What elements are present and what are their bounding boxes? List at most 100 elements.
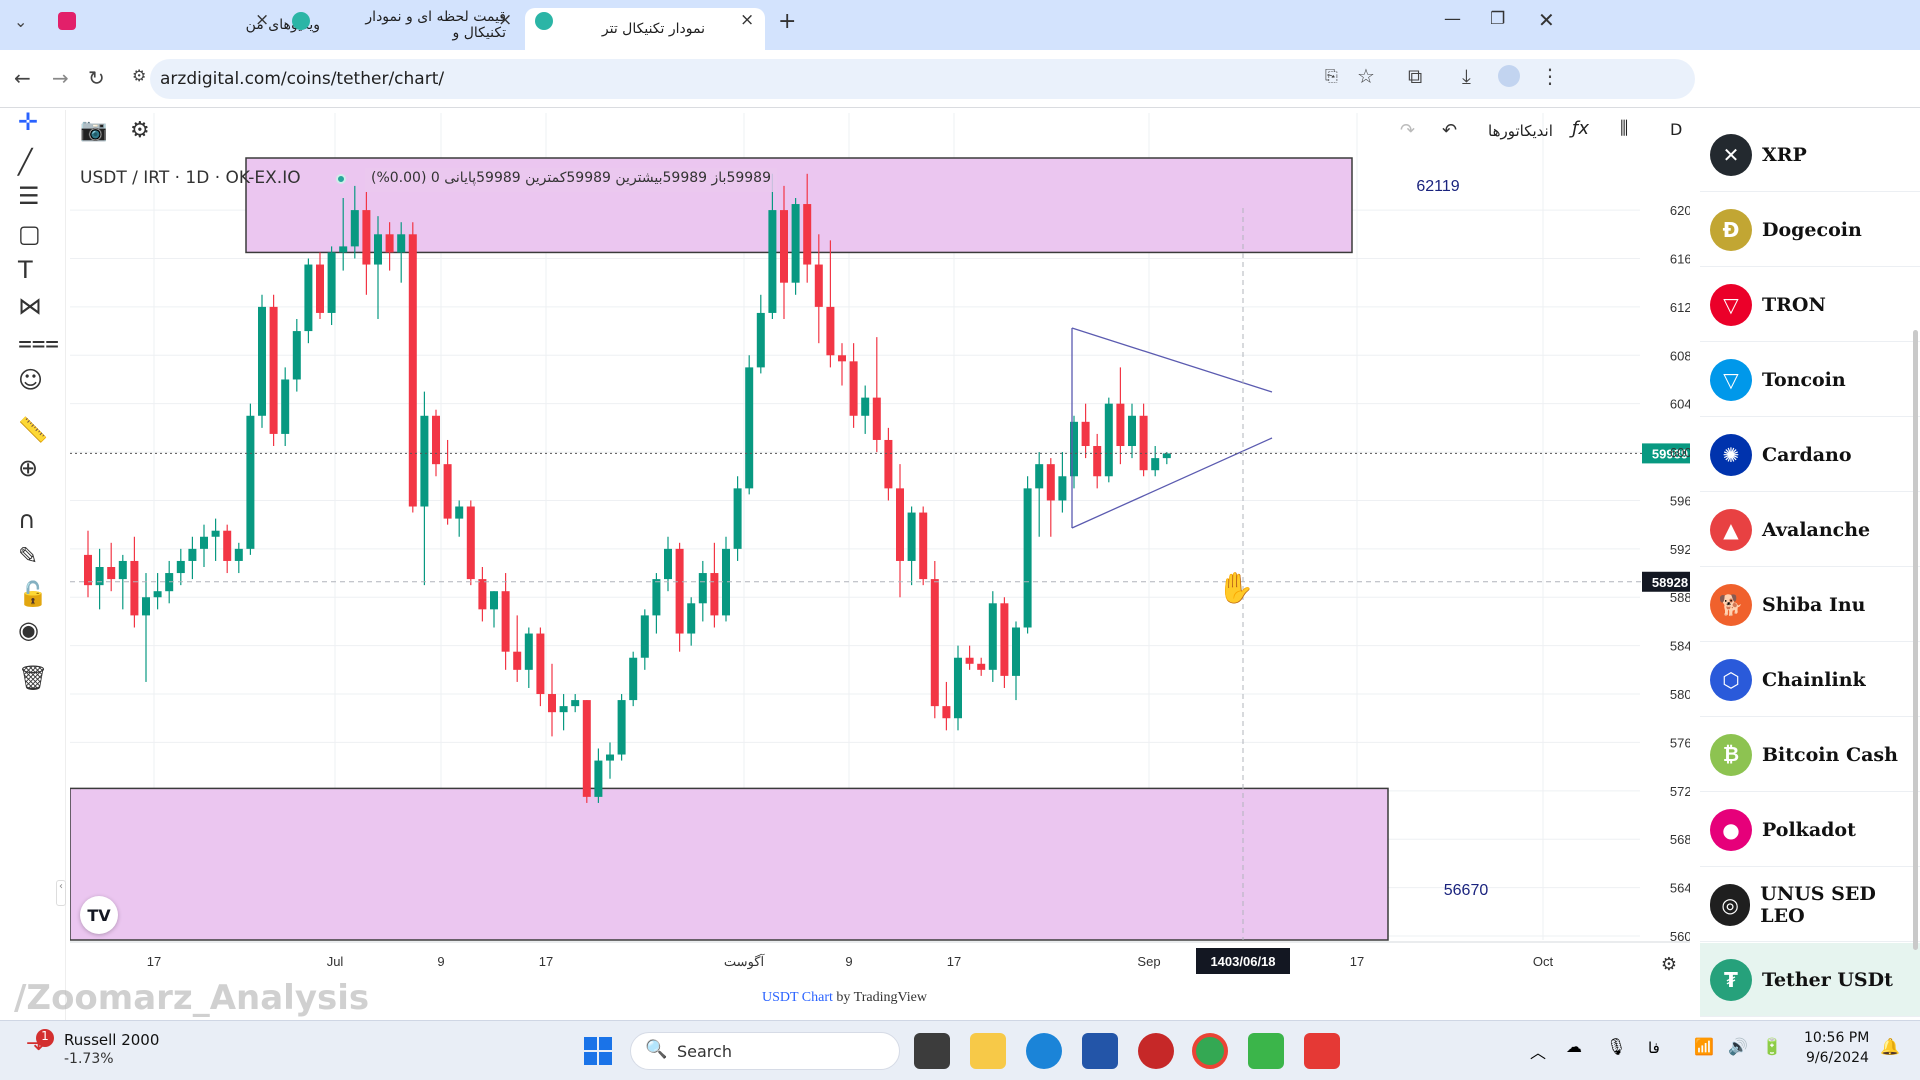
close-icon[interactable]: × — [740, 10, 754, 30]
candle-body — [826, 306, 835, 356]
language-indicator[interactable]: فا — [1648, 1039, 1660, 1057]
tab-chart-active[interactable]: نمودار تکنیکال تتر — [525, 8, 765, 50]
candle-body — [200, 536, 208, 549]
coin-logo-icon: ▽ — [1710, 358, 1752, 401]
clock-time[interactable]: 10:56 PM — [1804, 1030, 1869, 1046]
tab-search-icon[interactable]: ⌄ — [14, 12, 27, 31]
new-tab-icon[interactable]: + — [778, 9, 796, 34]
coin-logo-icon: ✺ — [1710, 433, 1752, 476]
tray-chevron-icon[interactable]: ︿ — [1530, 1039, 1546, 1063]
ticker-name[interactable]: Russell 2000 — [64, 1031, 159, 1049]
profile-avatar[interactable] — [1498, 65, 1520, 87]
candle-body — [536, 633, 545, 695]
candle-body — [443, 464, 452, 519]
url-text[interactable]: arzdigital.com/coins/tether/chart/ — [160, 69, 444, 89]
windows-taskbar: ⬎ 1 Russell 2000 -1.73% 🔍 Search ︿ ☁ 🎙 ف… — [0, 1020, 1920, 1080]
file-explorer-icon[interactable] — [970, 1033, 1006, 1069]
app-icon[interactable] — [58, 12, 76, 30]
pencil-lock-icon[interactable]: ✎ — [18, 542, 38, 570]
wifi-icon[interactable]: 📶 — [1694, 1037, 1714, 1056]
tradingview-logo[interactable]: TV — [80, 896, 118, 934]
bookmark-star-icon[interactable]: ☆ — [1357, 64, 1375, 88]
app-p-icon[interactable] — [1138, 1033, 1174, 1069]
back-icon[interactable]: ← — [14, 66, 31, 90]
reload-icon[interactable]: ↻ — [88, 66, 105, 90]
fx-icon[interactable]: ƒx — [1572, 118, 1589, 139]
candle-body — [1023, 488, 1032, 628]
coin-item[interactable]: ✺ Cardano — [1700, 418, 1920, 492]
mic-icon[interactable]: 🎙 — [1606, 1037, 1626, 1056]
redo-icon[interactable]: ↷ — [1400, 120, 1415, 141]
menu-kebab-icon[interactable]: ⋮ — [1540, 64, 1560, 88]
volume-icon[interactable]: 🔊 — [1728, 1037, 1748, 1056]
candle-body — [965, 657, 974, 664]
battery-icon[interactable]: 🔋 — [1762, 1037, 1782, 1056]
coin-logo-icon: ● — [1710, 808, 1752, 851]
candle-body — [768, 210, 777, 313]
site-info-icon[interactable]: ⚙ — [132, 66, 146, 85]
coin-item[interactable]: ▽ TRON — [1700, 268, 1920, 342]
price-chart[interactable]: 6211956670 5998958928✋ 62000616006120060… — [70, 108, 1690, 1018]
trash-icon[interactable]: 🗑 — [18, 664, 48, 692]
collapse-toolbar-icon[interactable]: ‹ — [56, 880, 66, 906]
coin-item[interactable]: ⬡ Chainlink — [1700, 643, 1920, 717]
coin-name: Polkadot — [1762, 818, 1856, 841]
camera-icon[interactable]: 📷 — [80, 118, 107, 143]
camtasia-green-icon[interactable] — [1248, 1033, 1284, 1069]
chrome-icon[interactable] — [1192, 1033, 1228, 1069]
coin-item[interactable]: ₿ Bitcoin Cash — [1700, 718, 1920, 792]
windows-start-icon[interactable] — [584, 1037, 612, 1065]
download-icon[interactable]: ⤓ — [1462, 64, 1471, 88]
crosshair-icon[interactable]: ✛ — [18, 108, 38, 136]
trend-line-icon[interactable]: ╱ — [18, 148, 32, 176]
candle-type-icon[interactable]: ⫼ — [1620, 118, 1628, 139]
notifications-icon[interactable]: 🔔 — [1880, 1037, 1900, 1056]
coin-name: Chainlink — [1762, 668, 1866, 691]
window-close-icon[interactable]: ✕ — [1538, 8, 1555, 32]
minimize-icon[interactable]: — — [1444, 9, 1461, 29]
text-icon[interactable]: T — [18, 256, 33, 284]
store-icon[interactable] — [1082, 1033, 1118, 1069]
timeframe-button[interactable]: D — [1670, 120, 1682, 139]
fib-lines-icon[interactable]: ☰ — [18, 182, 40, 210]
coin-item[interactable]: ● Polkadot — [1700, 793, 1920, 867]
pattern-icon[interactable]: ⋈ — [18, 292, 42, 320]
restore-icon[interactable]: ❐ — [1490, 9, 1505, 29]
undo-icon[interactable]: ↶ — [1442, 120, 1457, 141]
emoji-icon[interactable]: ☺ — [18, 366, 43, 394]
candle-body — [153, 591, 162, 598]
zoom-in-icon[interactable]: ⊕ — [18, 454, 38, 482]
camtasia-red-icon[interactable] — [1304, 1033, 1340, 1069]
forward-icon[interactable]: → — [52, 66, 69, 90]
close-icon[interactable]: × — [255, 10, 269, 30]
eye-icon[interactable]: ◉ — [18, 616, 39, 644]
coin-item[interactable]: 🐕 Shiba Inu — [1700, 568, 1920, 642]
task-view-icon[interactable] — [914, 1033, 950, 1069]
taskbar-search-box[interactable]: 🔍 Search — [630, 1032, 900, 1070]
indicators-label[interactable]: اندیکاتورها — [1488, 122, 1553, 140]
extensions-icon[interactable]: ⧉ — [1408, 64, 1422, 88]
ohlc-values: 59989باز 59989بیشترین 59989کمترین 59989پ… — [365, 168, 777, 192]
cloud-icon[interactable]: ☁ — [1566, 1037, 1582, 1056]
clock-date[interactable]: 9/6/2024 — [1806, 1050, 1869, 1066]
coin-item[interactable]: ▽ Toncoin — [1700, 343, 1920, 417]
settings-gear-icon[interactable]: ⚙ — [130, 118, 150, 143]
sidebar-scrollbar[interactable] — [1913, 330, 1918, 950]
coin-logo-icon: ⬡ — [1710, 658, 1752, 701]
lock-icon[interactable]: 🔓 — [18, 580, 48, 608]
credit-link[interactable]: USDT Chart — [762, 990, 833, 1005]
tab-price[interactable]: قیمت لحظه ای و نمودار تکنیکال و — [316, 8, 516, 42]
ruler-icon[interactable]: 📏 — [18, 416, 48, 444]
translate-icon[interactable]: ⎘ — [1325, 66, 1338, 86]
magnet-icon[interactable]: ∩ — [18, 506, 36, 534]
coin-item[interactable]: ◎ UNUS SED LEO — [1700, 868, 1920, 942]
forecast-icon[interactable]: ⩶ — [18, 328, 59, 356]
coin-item[interactable]: ▲ Avalanche — [1700, 493, 1920, 567]
coin-item[interactable]: ✕ XRP — [1700, 118, 1920, 192]
close-icon[interactable]: × — [498, 10, 512, 30]
rectangle-icon[interactable]: ▢ — [18, 220, 41, 248]
edge-icon[interactable] — [1026, 1033, 1062, 1069]
coin-item[interactable]: Ð Dogecoin — [1700, 193, 1920, 267]
candle-body — [1035, 464, 1044, 489]
coin-item[interactable]: ₮ Tether USDt — [1700, 943, 1920, 1017]
